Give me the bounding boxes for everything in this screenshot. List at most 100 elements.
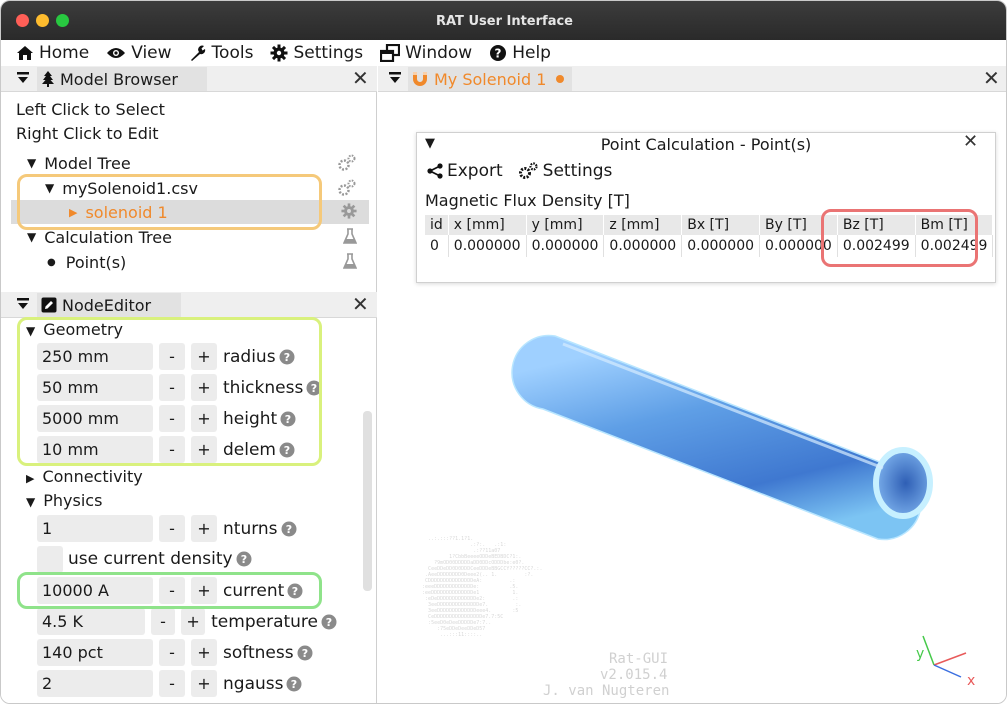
table-cell: 0.000000	[526, 235, 605, 257]
close-model-browser-icon[interactable]: ✕	[352, 68, 369, 88]
ngauss-minus-button[interactable]: -	[159, 670, 185, 697]
temperature-input[interactable]: 4.5 K	[37, 608, 145, 635]
help-icon[interactable]: ?	[281, 521, 297, 537]
menu-window[interactable]: Window	[380, 43, 472, 63]
node-editor-scrollbar[interactable]	[363, 411, 372, 591]
gear-icon	[270, 44, 288, 62]
menu-window-label: Window	[405, 43, 473, 63]
gears-icon	[337, 179, 357, 201]
highlight-tree-selection	[17, 174, 322, 230]
nturns-minus-button[interactable]: -	[159, 515, 185, 542]
app-window: RAT User Interface Home View Tools Setti…	[0, 0, 1007, 704]
unsaved-indicator	[556, 75, 565, 83]
column-header[interactable]: Bx [T]	[681, 215, 761, 235]
tree-item-model-tree[interactable]: ▼ Model Tree	[11, 151, 369, 175]
temperature-plus-button[interactable]: +	[181, 608, 206, 635]
menu-settings[interactable]: Settings	[270, 43, 363, 63]
eye-icon	[106, 46, 126, 60]
table-cell: 0.000000	[603, 235, 683, 257]
watermark-author: J. van Nugteren	[543, 683, 670, 699]
softness-label: softness	[223, 642, 294, 663]
document-tab-bar: My Solenoid 1 ✕	[378, 66, 1006, 92]
node-editor-title: NodeEditor	[62, 295, 152, 315]
window-title: RAT User Interface	[436, 14, 573, 29]
column-header[interactable]: x [mm]	[448, 215, 527, 235]
menu-tools[interactable]: Tools	[189, 43, 254, 63]
use-current-density-row: use current density?	[68, 549, 252, 569]
gear-icon	[341, 203, 357, 223]
temperature-minus-button[interactable]: -	[150, 608, 176, 635]
export-label: Export	[447, 161, 503, 181]
point-calc-settings-button[interactable]: Settings	[517, 161, 613, 181]
point-calculation-panel: ▼ Point Calculation - Point(s) ✕ Export …	[416, 132, 996, 283]
svg-text:?: ?	[285, 523, 291, 536]
axis-label-y: y	[916, 646, 924, 662]
menu-settings-label: Settings	[293, 43, 364, 63]
highlight-bz-bm	[821, 209, 978, 267]
document-tab-label: My Solenoid 1	[434, 69, 547, 89]
tree-item-points[interactable]: ● Point(s)	[11, 250, 369, 274]
table-cell: 0.000000	[448, 235, 527, 257]
highlight-geometry	[17, 317, 322, 466]
solenoid-tube	[511, 334, 933, 541]
column-header[interactable]: id	[425, 215, 449, 235]
export-button[interactable]: Export	[427, 161, 503, 181]
hint-edit: Right Click to Edit	[16, 124, 159, 143]
point-calc-settings-label: Settings	[542, 161, 613, 181]
use-current-density-label: use current density	[68, 549, 233, 569]
model-browser-title: Model Browser	[60, 69, 178, 89]
tab-my-solenoid[interactable]: My Solenoid 1	[408, 67, 572, 91]
section-physics[interactable]: ▼ Physics	[26, 491, 102, 510]
expand-arrow-icon: ▼	[26, 495, 36, 509]
column-header[interactable]: z [mm]	[603, 215, 683, 235]
help-icon[interactable]: ?	[286, 676, 302, 692]
softness-plus-button[interactable]: +	[191, 639, 217, 666]
title-bar: RAT User Interface	[1, 1, 1006, 40]
field-row-ngauss: 2 - + ngauss?	[37, 670, 337, 697]
node-editor-header: NodeEditor ✕	[1, 292, 377, 318]
field-row-temperature: 4.5 K - + temperature?	[37, 608, 337, 635]
window-icon	[380, 44, 401, 62]
tab-model-browser[interactable]: Model Browser	[37, 67, 207, 91]
axis-label-x: x	[967, 673, 975, 689]
help-icon[interactable]: ?	[321, 614, 337, 630]
gears-icon	[337, 154, 357, 176]
tree-label-calc-tree: Calculation Tree	[44, 227, 172, 247]
flask-icon	[342, 253, 358, 273]
menu-tools-label: Tools	[211, 43, 254, 63]
close-document-icon[interactable]: ✕	[983, 68, 1000, 88]
menu-bar: Home View Tools Settings Window ? Help	[1, 40, 1006, 66]
section-connectivity[interactable]: ▶ Connectivity	[26, 467, 143, 486]
flux-density-subtitle: Magnetic Flux Density [T]	[425, 191, 630, 210]
field-row-nturns: 1 - + nturns?	[37, 515, 337, 542]
pin-icon[interactable]	[388, 71, 402, 91]
tab-node-editor[interactable]: NodeEditor	[37, 293, 181, 317]
ngauss-input[interactable]: 2	[37, 670, 153, 697]
pin-icon[interactable]	[16, 297, 30, 317]
softness-input[interactable]: 140 pct	[37, 639, 153, 666]
point-calc-toolbar: Export Settings	[427, 161, 626, 181]
softness-minus-button[interactable]: -	[159, 639, 185, 666]
nturns-input[interactable]: 1	[37, 515, 153, 542]
pin-icon[interactable]	[16, 71, 30, 91]
help-icon[interactable]: ?	[236, 551, 252, 567]
close-point-calc-icon[interactable]: ✕	[963, 133, 978, 151]
menu-view[interactable]: View	[106, 43, 172, 63]
home-icon	[16, 45, 34, 61]
nturns-plus-button[interactable]: +	[191, 515, 217, 542]
menu-home[interactable]: Home	[16, 43, 89, 63]
menu-view-label: View	[131, 43, 172, 63]
ngauss-plus-button[interactable]: +	[191, 670, 217, 697]
use-current-density-checkbox[interactable]	[37, 546, 63, 573]
menu-help[interactable]: ? Help	[489, 43, 551, 63]
svg-text:?: ?	[240, 553, 246, 566]
menu-help-label: Help	[512, 43, 551, 63]
column-header[interactable]: y [mm]	[526, 215, 605, 235]
help-icon[interactable]: ?	[297, 645, 313, 661]
svg-text:?: ?	[291, 678, 297, 691]
ngauss-label: ngauss	[223, 673, 284, 694]
flask-icon	[342, 228, 358, 248]
axis-gizmo	[922, 635, 967, 678]
close-node-editor-icon[interactable]: ✕	[352, 294, 369, 314]
tree-label-model-tree: Model Tree	[44, 153, 131, 173]
